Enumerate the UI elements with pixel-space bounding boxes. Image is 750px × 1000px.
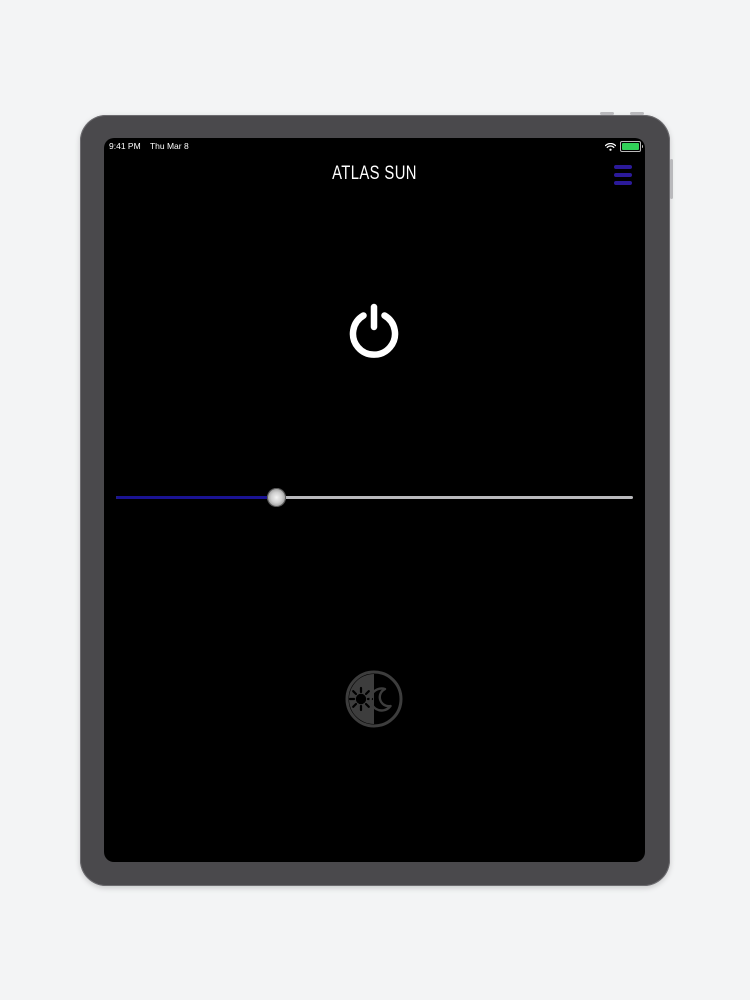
battery-level	[622, 143, 639, 150]
status-time: 9:41 PM Thu Mar 8	[109, 141, 189, 151]
day-night-button[interactable]	[345, 670, 403, 728]
menu-button[interactable]	[614, 164, 632, 186]
brightness-slider[interactable]	[116, 486, 633, 510]
slider-fill	[116, 496, 277, 499]
hamburger-menu-icon	[614, 165, 632, 185]
device-top-button-left	[600, 112, 614, 115]
status-icons	[605, 141, 643, 152]
wifi-icon	[605, 142, 616, 151]
power-icon	[349, 303, 399, 358]
device-top-button-right	[630, 112, 644, 115]
app-screen: 9:41 PM Thu Mar 8 ATLAS SUN	[104, 138, 645, 862]
app-title: ATLAS SUN	[332, 163, 417, 184]
status-bar: 9:41 PM Thu Mar 8	[104, 138, 645, 154]
status-date-text: Thu Mar 8	[149, 141, 189, 151]
status-time-text: 9:41 PM	[109, 141, 141, 151]
battery-icon	[620, 141, 643, 152]
slider-thumb[interactable]	[266, 488, 286, 507]
power-button[interactable]	[344, 300, 404, 360]
device-side-button	[670, 159, 673, 199]
day-night-icon	[345, 670, 403, 728]
tablet-device: 9:41 PM Thu Mar 8 ATLAS SUN	[80, 112, 673, 886]
